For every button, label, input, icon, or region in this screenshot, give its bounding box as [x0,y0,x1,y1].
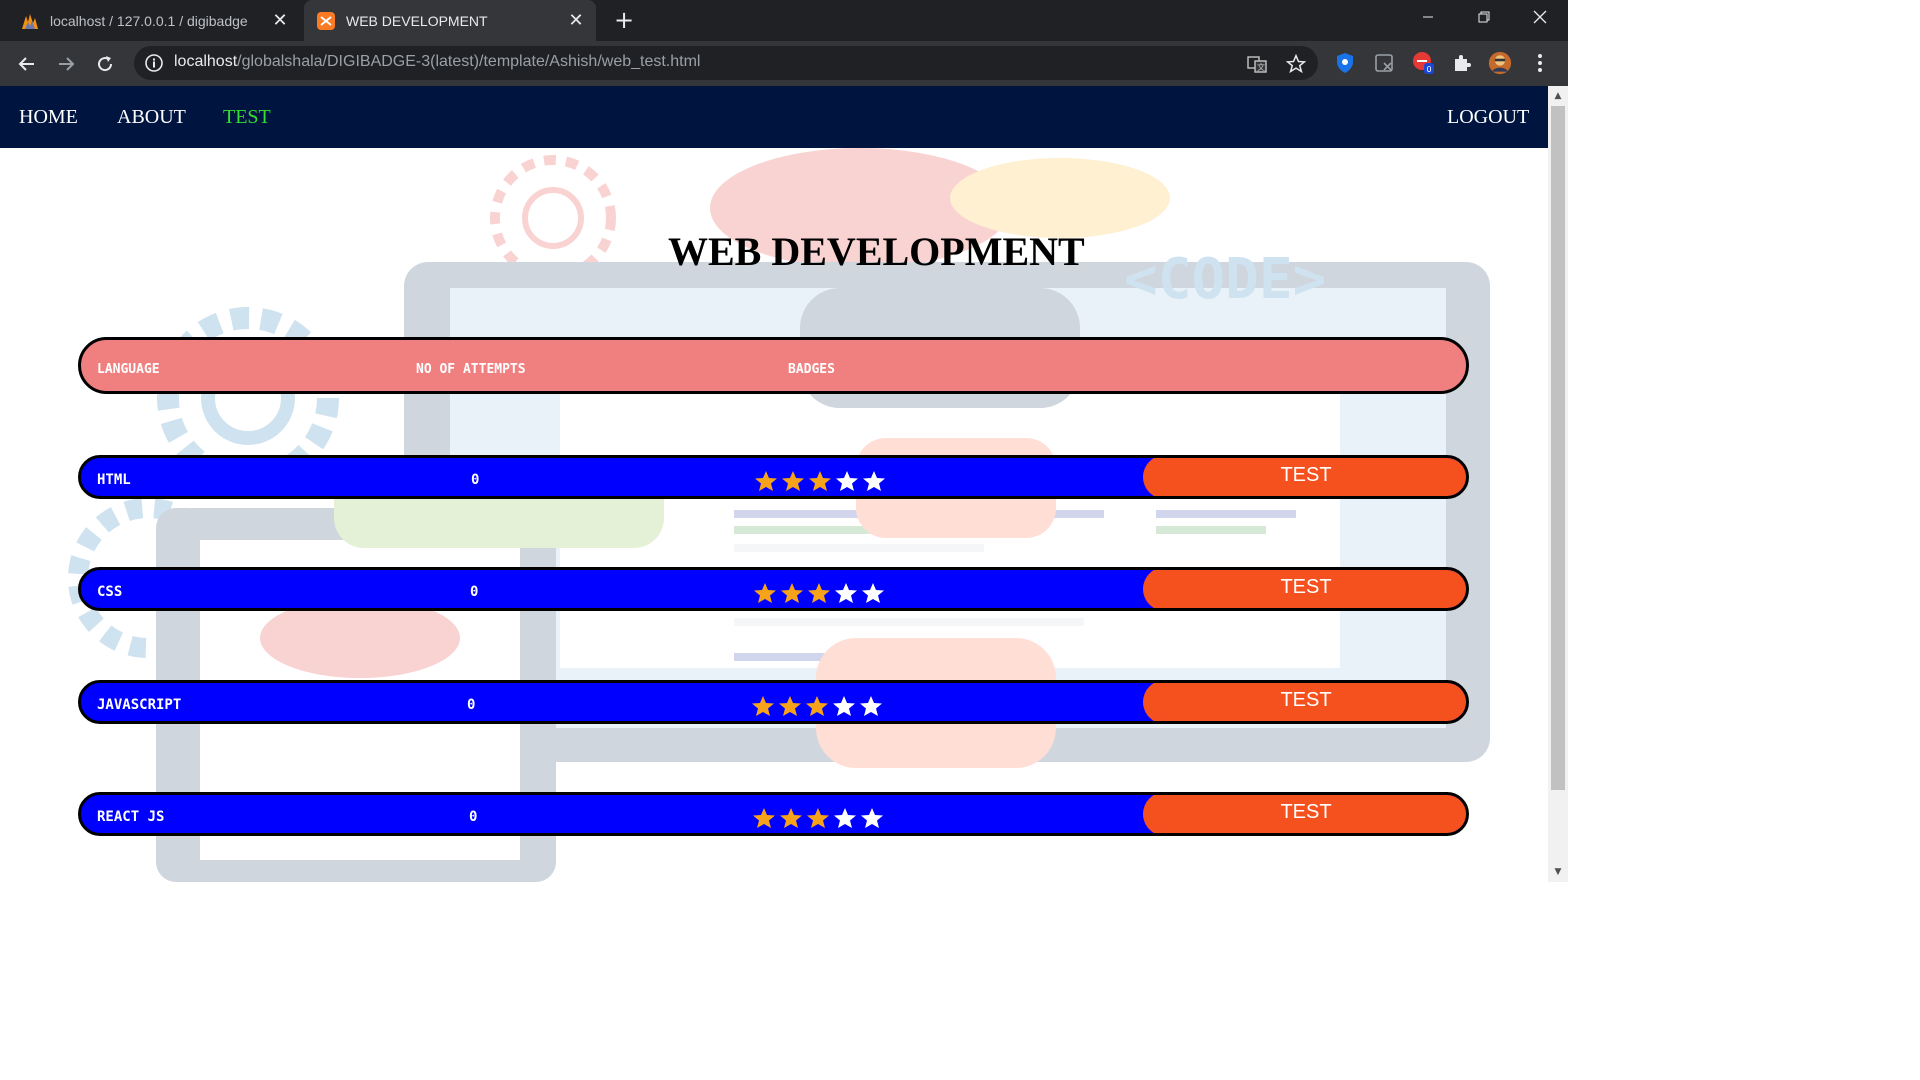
test-button-label: TEST [1280,688,1332,711]
svg-text:文: 文 [1257,62,1265,72]
test-button-label: TEST [1280,800,1332,823]
star-filled-icon [807,808,829,828]
badge-stars [754,470,886,492]
new-tab-icon[interactable]: + [610,6,638,34]
test-button-react-js[interactable]: TEST [1143,795,1466,833]
star-filled-icon [809,471,831,491]
star-filled-icon [781,583,803,603]
row-language: JAVASCRIPT [97,697,182,713]
back-icon[interactable] [12,49,42,79]
row-language: REACT JS [97,809,165,825]
top-navbar: HOME ABOUT TEST LOGOUT [0,86,1548,148]
tab-title: WEB DEVELOPMENT [346,12,488,29]
extension-badge-count: 0 [1427,65,1432,74]
header-badges: BADGES [788,362,835,377]
table-header-row: LANGUAGE NO OF ATTEMPTS BADGES [78,337,1469,394]
extensions-puzzle-icon[interactable] [1450,51,1474,75]
star-empty-icon [862,583,884,603]
star-filled-icon [780,808,802,828]
header-language: LANGUAGE [97,362,160,377]
nav-test-link[interactable]: TEST [223,106,271,129]
row-language: CSS [97,584,123,600]
table-row-html: HTML 0 TEST [78,455,1469,499]
xampp-icon [316,11,336,31]
scroll-down-arrow-icon[interactable]: ▼ [1553,867,1563,877]
row-attempts: 0 [471,472,480,488]
star-filled-icon [779,696,801,716]
site-info-icon[interactable] [144,53,164,73]
row-language: HTML [97,472,131,488]
browser-menu-icon[interactable] [1528,51,1552,75]
restore-icon[interactable] [1456,0,1512,34]
minimize-icon[interactable] [1400,0,1456,34]
star-filled-icon [755,471,777,491]
test-button-label: TEST [1280,575,1332,598]
star-empty-icon [860,696,882,716]
star-filled-icon [752,696,774,716]
nav-logout-link[interactable]: LOGOUT [1447,106,1529,129]
test-button-label: TEST [1280,463,1332,486]
star-filled-icon [806,696,828,716]
nav-about-link[interactable]: ABOUT [117,106,186,129]
url-host: localhost [174,53,238,70]
star-filled-icon [782,471,804,491]
scroll-up-arrow-icon[interactable]: ▲ [1553,91,1563,101]
header-attempts: NO OF ATTEMPTS [416,362,526,377]
browser-tab-strip: localhost / 127.0.0.1 / digibadge ✕ WEB … [0,0,1568,41]
browser-tab-web-development[interactable]: WEB DEVELOPMENT ✕ [304,0,596,41]
row-attempts: 0 [469,809,478,825]
badge-stars [752,807,884,829]
badge-stars [751,695,883,717]
star-empty-icon [861,808,883,828]
browser-tab-phpmyadmin[interactable]: localhost / 127.0.0.1 / digibadge ✕ [8,0,300,41]
translate-icon[interactable]: 文 [1246,53,1268,75]
star-empty-icon [834,808,856,828]
row-attempts: 0 [470,584,479,600]
page-title: WEB DEVELOPMENT [668,229,1085,274]
scrollbar-thumb[interactable] [1551,106,1565,790]
forward-icon[interactable] [51,49,81,79]
close-window-icon[interactable] [1512,0,1568,34]
star-filled-icon [754,583,776,603]
test-button-html[interactable]: TEST [1143,458,1466,496]
star-empty-icon [836,471,858,491]
test-button-css[interactable]: TEST [1143,570,1466,608]
browser-toolbar: localhost/globalshala/DIGIBADGE-3(latest… [0,41,1568,86]
page-viewport: <CODE> HOME ABOUT TEST LOGOUT WEB DEVELO… [0,86,1548,882]
phpmyadmin-icon [20,11,40,31]
star-filled-icon [808,583,830,603]
svg-text:<CODE>: <CODE> [1124,247,1326,312]
url-path: /globalshala/DIGIBADGE-3(latest)/templat… [237,53,701,70]
star-empty-icon [835,583,857,603]
table-row-react-js: REACT JS 0 TEST [78,792,1469,836]
table-row-css: CSS 0 TEST [78,567,1469,611]
vertical-scrollbar[interactable]: ▲ ▼ [1548,86,1568,882]
nav-home-link[interactable]: HOME [19,106,78,129]
close-tab-icon[interactable]: ✕ [564,9,588,33]
row-attempts: 0 [467,697,476,713]
ad-blocker-icon[interactable]: 0 [1411,51,1435,75]
close-tab-icon[interactable]: ✕ [268,9,292,33]
address-bar[interactable]: localhost/globalshala/DIGIBADGE-3(latest… [134,46,1318,80]
star-empty-icon [863,471,885,491]
star-empty-icon [833,696,855,716]
test-button-javascript[interactable]: TEST [1143,683,1466,721]
table-row-javascript: JAVASCRIPT 0 TEST [78,680,1469,724]
profile-avatar[interactable] [1488,51,1512,75]
tab-title: localhost / 127.0.0.1 / digibadge [50,12,248,29]
extension-icon[interactable] [1372,51,1396,75]
star-filled-icon [753,808,775,828]
reload-icon[interactable] [90,49,120,79]
bookmark-star-icon[interactable] [1285,53,1307,75]
url-text: localhost/globalshala/DIGIBADGE-3(latest… [174,53,700,71]
vpn-shield-icon[interactable] [1333,51,1357,75]
badge-stars [753,582,885,604]
